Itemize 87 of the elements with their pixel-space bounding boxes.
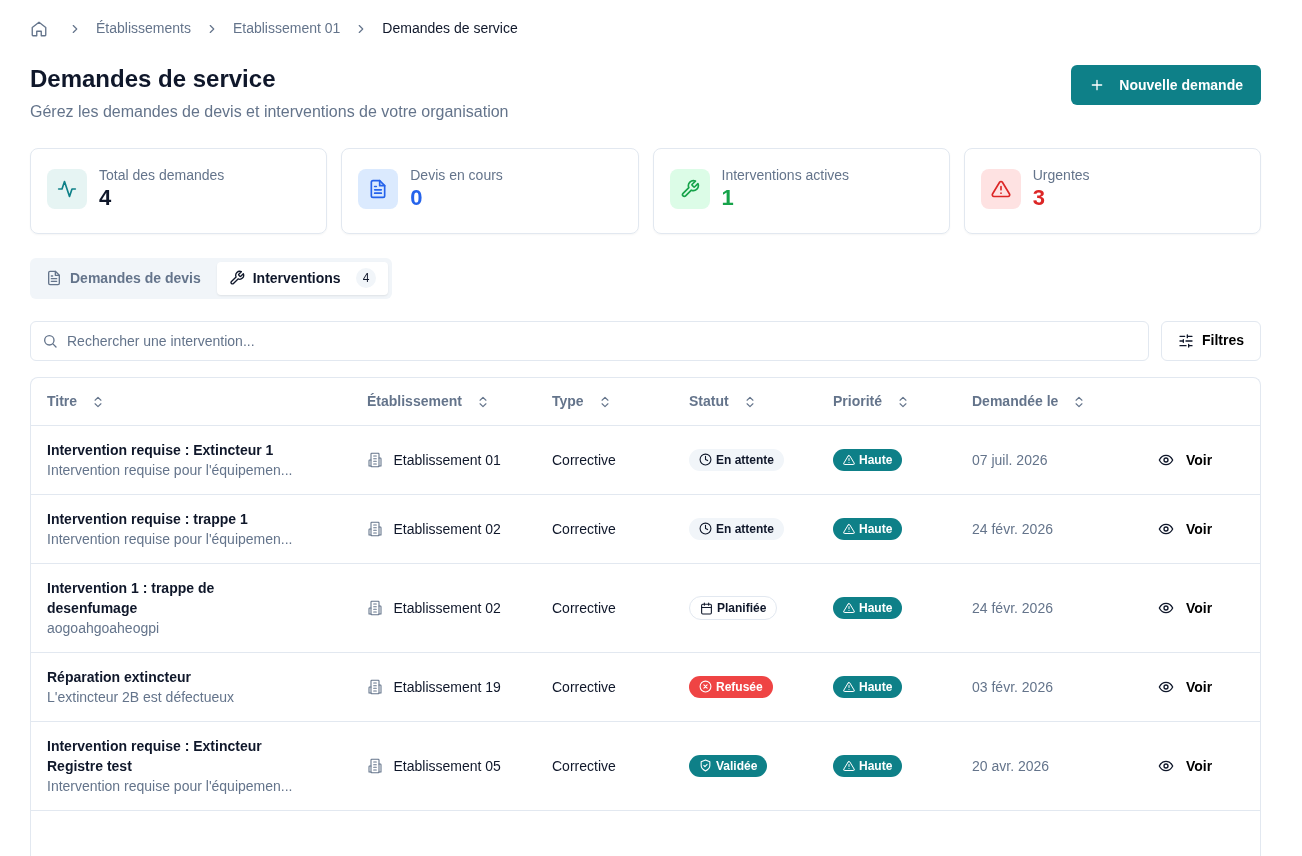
status-badge: En attente [689,448,784,471]
breadcrumb-link[interactable]: Établissements [96,18,191,39]
stat-label: Total des demandes [99,166,225,183]
new-request-button[interactable]: Nouvelle demande [1071,65,1261,105]
calendar-icon [700,601,713,615]
row-title: Intervention 1 : trappe de desenfumage [47,579,216,619]
priority-badge: Haute [833,754,903,777]
column-header[interactable]: Demandée le [972,391,1087,413]
row-description: aogoahgoaheogpi [47,619,161,639]
stat-value: 4 [99,183,112,212]
building-icon [367,679,383,696]
table-cell: Corrective [536,494,673,564]
search-field[interactable]: Rechercher une intervention... [30,320,1149,361]
warning-icon [843,601,855,614]
cross-circle-icon [699,680,712,694]
stat-value: 0 [410,183,423,212]
row-title: Intervention requise : Extincteur Registre test [47,737,263,777]
table-cell: Corrective [536,563,673,653]
pulse-icon [57,178,77,199]
warning-icon [843,759,855,772]
view-button[interactable]: Voir [1152,751,1219,781]
priority-badge: Haute [833,517,903,540]
status-badge: Refusée [689,675,773,698]
breadcrumb-link[interactable]: Etablissement 01 [232,18,341,39]
stat-value: 1 [721,183,734,212]
status-badge: Validée [689,754,768,777]
stat-label: Devis en cours [410,166,503,183]
building-icon [367,521,383,538]
document-icon [368,178,389,199]
warning-icon [843,680,855,693]
wrench-icon [679,178,700,199]
shield-check-icon [699,759,712,773]
column-header[interactable]: Titre [47,391,106,413]
warning-icon [843,453,855,466]
view-button[interactable]: Voir [1152,514,1219,544]
site-name: Etablissement 19 [393,677,501,697]
document-icon [46,270,62,287]
view-button[interactable]: Voir [1152,593,1219,623]
row-description: Intervention requise pour l'équipemen... [47,461,294,481]
building-icon [367,758,383,775]
row-description: Intervention requise pour l'équipemen... [47,530,294,550]
tab[interactable]: Interventions 4 [216,261,389,295]
view-button[interactable]: Voir [1152,672,1219,702]
date-cell: 20 avr. 2026 [956,721,1136,811]
site-name: Etablissement 02 [393,519,501,539]
site-name: Etablissement 05 [393,756,501,776]
date-cell: 24 févr. 2026 [956,563,1136,653]
count-badge: 4 [355,268,377,289]
home-icon [30,19,48,38]
building-icon [367,600,383,617]
row-description: L'extincteur 2B est défectueux [47,688,236,708]
column-header[interactable]: Établissement [367,391,490,413]
clock-icon [699,522,712,536]
page-title: Demandes de service [30,65,277,94]
row-title: Intervention requise : Extincteur 1 [47,441,275,461]
wrench-icon [228,270,245,287]
clock-icon [699,453,712,467]
building-icon [367,452,383,469]
warning-icon [990,178,1011,199]
column-header[interactable]: Statut [689,391,757,413]
row-description: Intervention requise pour l'équipemen... [47,777,294,797]
stat-label: Interventions actives [721,166,850,183]
column-header[interactable]: Type [552,391,612,413]
stat-label: Urgentes [1032,166,1090,183]
priority-badge: Haute [833,596,903,619]
table-cell: Corrective [536,425,673,495]
row-title: Intervention requise : trappe 1 [47,510,249,530]
priority-badge: Haute [833,448,903,471]
column-header[interactable]: Priorité [833,391,910,413]
site-name: Etablissement 01 [393,450,501,470]
page-subtitle: Gérez les demandes de devis et interventions de votre organisation [30,101,509,122]
view-button[interactable]: Voir [1152,445,1219,475]
date-cell: 24 févr. 2026 [956,494,1136,564]
priority-badge: Haute [833,675,903,698]
status-badge: Planifiée [689,596,778,621]
filter-icon [1178,332,1194,349]
date-cell: 03 févr. 2026 [956,652,1136,722]
table-cell: Corrective [536,652,673,722]
status-badge: En attente [689,517,784,540]
row-title: Réparation extincteur [47,668,192,688]
site-name: Etablissement 02 [393,598,501,618]
tab[interactable]: Demandes de devis [34,261,213,295]
table-cell: Corrective [536,721,673,811]
warning-icon [843,522,855,535]
filters-button[interactable]: Filtres [1161,320,1261,361]
date-cell: 07 juil. 2026 [956,425,1136,495]
stat-value: 3 [1032,183,1045,212]
